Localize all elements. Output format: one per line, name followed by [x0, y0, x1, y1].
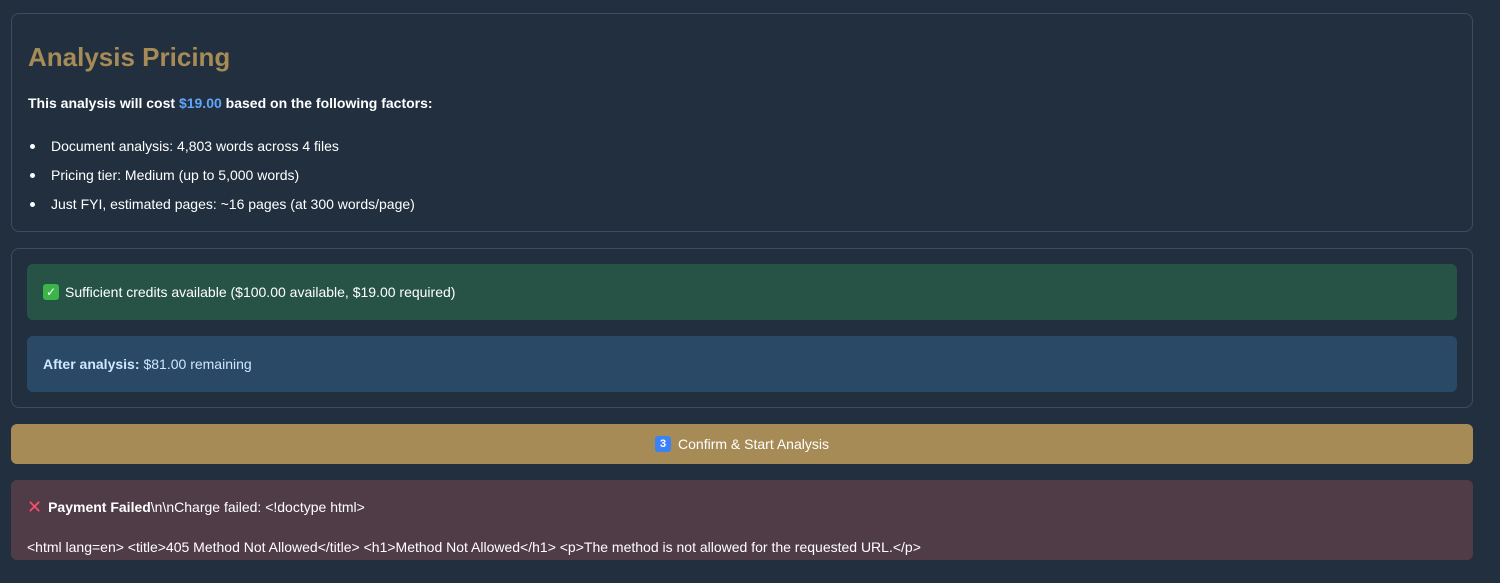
keycap-three-icon: 3 [655, 436, 672, 452]
confirm-button-label: Confirm & Start Analysis [678, 436, 829, 452]
list-item: Pricing tier: Medium (up to 5,000 words) [28, 165, 415, 194]
after-analysis-label: After analysis: [43, 356, 140, 372]
pricing-summary: This analysis will cost $19.00 based on … [28, 95, 433, 111]
confirm-start-analysis-button[interactable]: 3 Confirm & Start Analysis [11, 424, 1473, 464]
payment-error-alert: ✕ Payment Failed \n\nCharge failed: <!doc… [11, 480, 1473, 560]
pricing-title: Analysis Pricing [28, 42, 231, 72]
after-analysis-value: $81.00 remaining [143, 356, 252, 372]
error-message-body: <html lang=en> <title>405 Method Not All… [27, 539, 921, 555]
list-item: Document analysis: 4,803 words across 4 … [28, 136, 415, 165]
after-analysis-alert: After analysis: $81.00 remaining [27, 336, 1457, 392]
list-item: Just FYI, estimated pages: ~16 pages (at… [28, 194, 415, 223]
credits-success-text: Sufficient credits available ($100.00 av… [65, 284, 456, 300]
summary-suffix: based on the following factors: [221, 95, 433, 111]
cost-value: $19.00 [178, 95, 222, 111]
pricing-card: Analysis Pricing This analysis will cost… [11, 13, 1473, 232]
error-title: Payment Failed [48, 499, 151, 515]
factors-list: Document analysis: 4,803 words across 4 … [28, 136, 415, 223]
error-line-1: ✕ Payment Failed \n\nCharge failed: <!doc… [27, 498, 365, 516]
summary-prefix: This analysis will cost [28, 95, 179, 111]
credits-success-alert: ✓ Sufficient credits available ($100.00 … [27, 264, 1457, 320]
error-message-start: \n\nCharge failed: <!doctype html> [150, 499, 365, 515]
check-icon: ✓ [43, 284, 59, 300]
x-icon: ✕ [27, 497, 43, 517]
credits-card: ✓ Sufficient credits available ($100.00 … [11, 248, 1473, 408]
